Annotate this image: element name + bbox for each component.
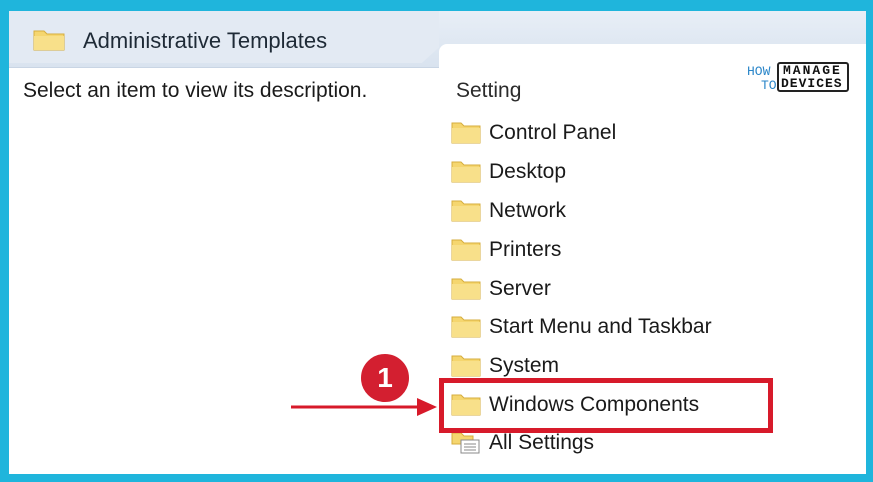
tree-item-label: Start Menu and Taskbar [489,315,712,338]
how-to-manage-devices-logo: HOW TO MANAGE DEVICES [747,62,853,96]
settings-list-icon [451,432,480,454]
folder-icon [451,355,481,377]
tree-item-label: Desktop [489,160,567,183]
description-text: Select an item to view its description. [23,79,368,102]
page-title: Administrative Templates [83,28,328,53]
tree-item-printers[interactable]: Printers [451,233,781,267]
folder-icon [451,278,481,300]
folder-icon [451,122,481,144]
tree-item-start-menu-and-taskbar[interactable]: Start Menu and Taskbar [451,310,781,344]
tree-item-label: Network [489,199,567,222]
tree-item-label: Printers [489,238,562,261]
tree-item-label: System [489,354,560,377]
tree-item-network[interactable]: Network [451,194,781,228]
column-header-setting[interactable]: Setting [456,79,521,103]
folder-icon [451,316,481,338]
window-frame: Administrative Templates Select an item … [9,11,866,474]
tree-item-label: All Settings [489,431,595,454]
arrow-right-icon [291,398,437,416]
tree-item-control-panel[interactable]: Control Panel [451,116,781,150]
folder-icon [33,30,65,51]
folder-icon [451,200,481,222]
highlight-box [439,378,773,433]
tree-item-server[interactable]: Server [451,272,781,306]
folder-icon [451,161,481,183]
tree-item-label: Control Panel [489,121,617,144]
tree-item-desktop[interactable]: Desktop [451,155,781,189]
folder-icon [451,239,481,261]
tree-item-label: Server [489,277,551,300]
